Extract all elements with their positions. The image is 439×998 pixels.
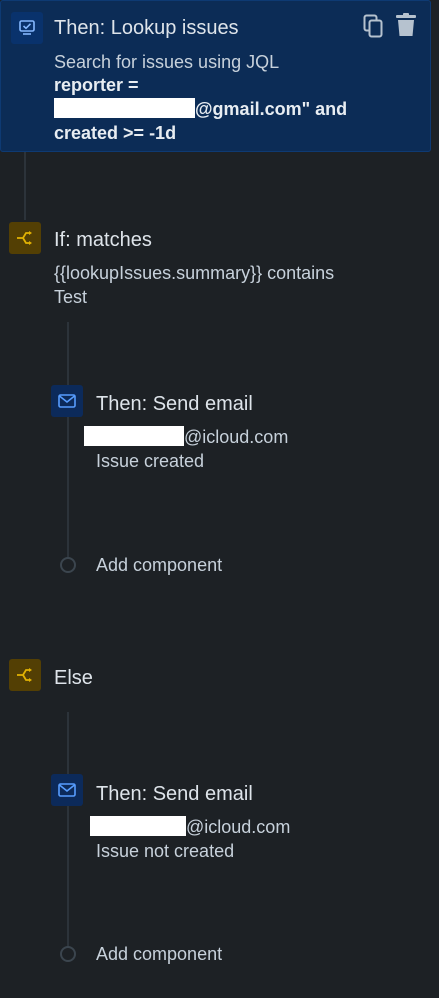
add-component-label: Add component bbox=[96, 555, 223, 575]
mail-icon bbox=[51, 385, 83, 417]
email-recipient-2: @icloud.com bbox=[90, 815, 290, 839]
trash-icon[interactable] bbox=[394, 12, 418, 38]
lookup-jql-line-1: reporter = bbox=[54, 75, 139, 95]
redacted-email bbox=[54, 98, 195, 118]
flow-connector-if bbox=[67, 322, 69, 558]
mail-icon bbox=[51, 774, 83, 806]
if-condition-line-1: {{lookupIssues.summary}} contains bbox=[54, 263, 335, 283]
copy-icon[interactable] bbox=[361, 13, 385, 39]
lookup-issues-component[interactable]: Then: Lookup issues Search for issues us… bbox=[0, 0, 431, 152]
else-title: Else bbox=[54, 667, 93, 689]
redacted-email bbox=[84, 426, 184, 446]
send-email-title-2: Then: Send email bbox=[96, 783, 253, 805]
email-subject-2: Issue not created bbox=[96, 841, 235, 861]
add-component-dot bbox=[60, 946, 76, 962]
lookup-jql-line-2: @gmail.com" and bbox=[54, 97, 347, 121]
email-subject-1: Issue created bbox=[96, 451, 205, 471]
redacted-email bbox=[90, 816, 186, 836]
flow-connector-else bbox=[67, 712, 69, 948]
screen-check-icon bbox=[11, 12, 43, 44]
send-email-title-1: Then: Send email bbox=[96, 393, 253, 415]
add-component-dot bbox=[60, 557, 76, 573]
flow-connector-main bbox=[24, 152, 26, 220]
branch-icon bbox=[9, 222, 41, 254]
lookup-jql-line-3: created >= -1d bbox=[54, 123, 177, 143]
if-title: If: matches bbox=[54, 229, 152, 251]
email-recipient-1: @icloud.com bbox=[84, 425, 288, 449]
branch-icon bbox=[9, 659, 41, 691]
if-condition-line-2: Test bbox=[54, 287, 88, 307]
lookup-description: Search for issues using JQL bbox=[54, 52, 280, 72]
add-component-label: Add component bbox=[96, 944, 223, 964]
lookup-issues-title: Then: Lookup issues bbox=[54, 17, 239, 39]
